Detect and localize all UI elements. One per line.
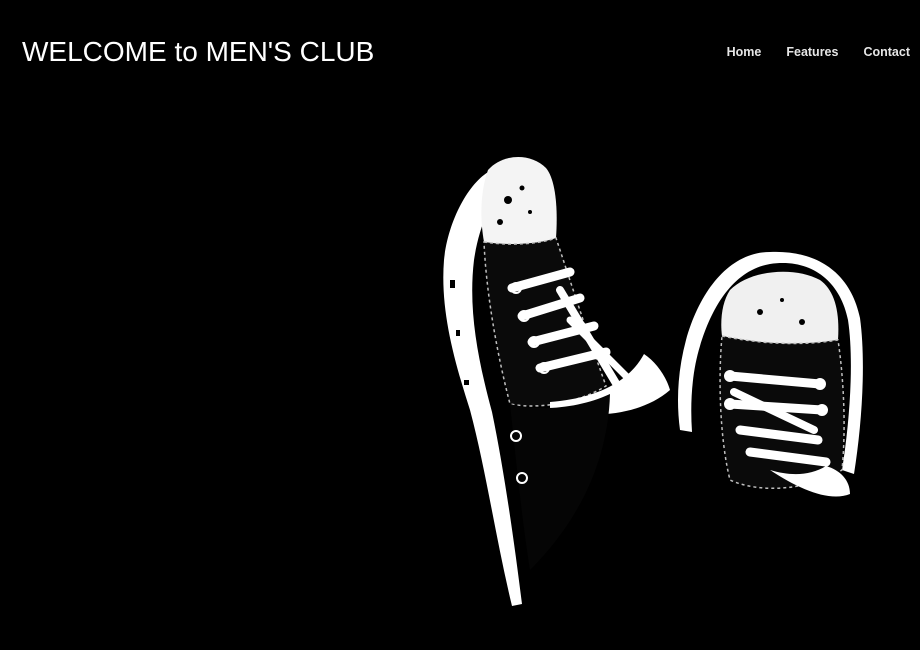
nav-link-features[interactable]: Features — [786, 44, 838, 60]
page: WELCOME to MEN'S CLUB Home Features Cont… — [0, 0, 920, 650]
nav-link-contact[interactable]: Contact — [863, 44, 910, 60]
hero-image — [430, 140, 870, 620]
main-nav: Home Features Contact — [702, 44, 910, 60]
left-sneaker — [443, 156, 670, 606]
sneakers-icon — [443, 156, 863, 606]
right-sneaker — [678, 251, 863, 497]
site-title: WELCOME to MEN'S CLUB — [22, 36, 375, 67]
nav-link-home[interactable]: Home — [727, 44, 762, 60]
header: WELCOME to MEN'S CLUB Home Features Cont… — [0, 0, 920, 104]
